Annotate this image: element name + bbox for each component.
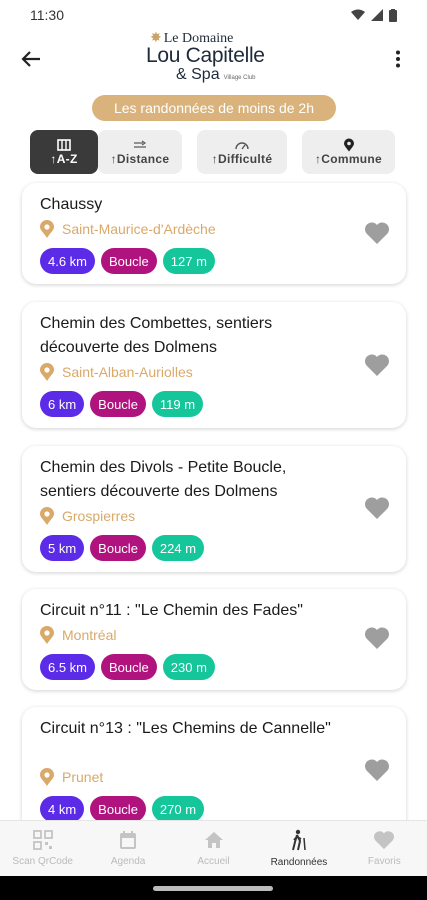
favorite-heart-icon[interactable] [364,626,390,650]
logo: ✸ Le Domaine Lou Capitelle & Spa Village C… [146,30,286,86]
sort-az-label: ↑A-Z [50,152,78,166]
location-pin-icon [40,768,54,786]
heart-icon [374,831,395,850]
sort-difficulty-button[interactable]: ↑Difficulté [197,130,287,174]
more-options-button[interactable] [385,46,411,72]
home-icon [204,832,223,848]
nav-label: Accueil [197,856,230,867]
pin-icon [343,138,354,152]
hike-location: Grospierres [40,507,135,525]
hike-location-text: Saint-Alban-Auriolles [62,364,193,380]
type-tag: Boucle [90,535,146,561]
hike-tags: 4 km Boucle 270 m [40,796,205,822]
type-tag: Boucle [101,248,157,274]
distance-tag: 4 km [40,796,85,822]
type-tag: Boucle [90,391,146,417]
favorite-heart-icon[interactable] [364,353,390,377]
bottom-navigation: Scan QrCode Agenda Accueil Randonnées Fa… [0,820,427,876]
location-pin-icon [40,626,54,644]
battery-icon [389,8,397,22]
distance-tag: 5 km [40,535,85,561]
hike-title: Circuit n°13 : "Les Chemins de Cannelle" [40,720,331,737]
hike-location: Prunet [40,768,103,786]
hike-title: Chemin des Divols - Petite Boucle, senti… [40,459,287,500]
hike-tags: 6.5 km Boucle 230 m [40,654,215,680]
app-header: ✸ Le Domaine Lou Capitelle & Spa Village C… [0,30,427,88]
elevation-tag: 224 m [151,535,205,561]
distance-tag: 6 km [40,391,85,417]
sort-distance-button[interactable]: ↑Distance [98,130,182,174]
nav-accueil[interactable]: Accueil [171,821,256,876]
sort-difficulty-label: ↑Difficulté [211,152,273,166]
type-tag: Boucle [90,796,146,822]
hike-card[interactable]: Circuit n°11 : "Le Chemin des Fades" Mon… [22,589,406,690]
nav-label: Favoris [367,856,401,867]
sort-az-button[interactable]: ↑A-Z [30,130,98,174]
hike-location-text: Saint-Maurice-d'Ardèche [62,221,216,237]
location-pin-icon [40,220,54,238]
logo-line3: & Spa [176,66,220,83]
hike-location-text: Montréal [62,627,117,643]
gauge-icon [235,142,249,150]
nav-favoris[interactable]: Favoris [342,821,427,876]
sort-filters: ↑A-Z ↑Distance ↑Difficulté ↑Commune [0,128,427,176]
hike-location-text: Grospierres [62,508,136,524]
hike-tags: 4.6 km Boucle 127 m [40,248,215,274]
elevation-tag: 119 m [151,391,204,417]
hike-tags: 6 km Boucle 119 m [40,391,204,417]
distance-icon [134,140,146,148]
hike-title: Chaussy [40,196,103,213]
distance-tag: 6.5 km [40,654,96,680]
more-vertical-icon [396,50,400,68]
hike-location: Saint-Alban-Auriolles [40,363,193,381]
sort-commune-label: ↑Commune [314,152,383,166]
nav-label: Agenda [110,856,146,867]
hike-location-text: Prunet [62,769,104,785]
hike-title: Circuit n°11 : "Le Chemin des Fades" [40,602,303,619]
back-button[interactable] [18,46,44,72]
nav-randonnees[interactable]: Randonnées [256,821,341,876]
hike-title: Chemin des Combettes, sentiers découvert… [40,315,273,356]
hike-card[interactable]: Chemin des Combettes, sentiers découvert… [22,302,406,428]
favorite-heart-icon[interactable] [364,496,390,520]
nav-scan-qrcode[interactable]: Scan QrCode [0,821,85,876]
hike-card[interactable]: Circuit n°13 : "Les Chemins de Cannelle"… [22,707,406,837]
map-icon [57,139,71,151]
status-icons [351,8,397,22]
sort-commune-button[interactable]: ↑Commune [302,130,395,174]
elevation-tag: 127 m [162,248,215,274]
favorite-heart-icon[interactable] [364,221,390,245]
location-pin-icon [40,363,54,381]
logo-small: Village Club [223,75,256,81]
calendar-icon [120,831,137,849]
status-bar: 11:30 [0,0,427,30]
elevation-tag: 230 m [162,654,215,680]
wifi-icon [351,9,365,20]
location-pin-icon [40,507,54,525]
distance-tag: 4.6 km [40,248,96,274]
type-tag: Boucle [101,654,157,680]
logo-line2: Lou Capitelle [146,44,265,67]
hike-location: Montréal [40,626,116,644]
hike-tags: 5 km Boucle 224 m [40,535,205,561]
nav-label: Randonnées [270,857,328,868]
status-time: 11:30 [30,7,64,23]
nav-agenda[interactable]: Agenda [85,821,170,876]
nav-label: Scan QrCode [12,856,73,867]
home-gesture-pill[interactable] [153,886,273,891]
hike-card[interactable]: Chaussy Saint-Maurice-d'Ardèche 4.6 km B… [22,183,406,284]
filter-banner: Les randonnées de moins de 2h [92,95,336,121]
favorite-heart-icon[interactable] [364,758,390,782]
sort-distance-label: ↑Distance [110,152,170,166]
elevation-tag: 270 m [151,796,205,822]
qrcode-icon [32,830,53,850]
hike-location: Saint-Maurice-d'Ardèche [40,220,216,238]
arrow-left-icon [21,51,40,67]
signal-icon [371,9,383,21]
hike-card[interactable]: Chemin des Divols - Petite Boucle, senti… [22,446,406,572]
hiker-icon [291,829,306,851]
